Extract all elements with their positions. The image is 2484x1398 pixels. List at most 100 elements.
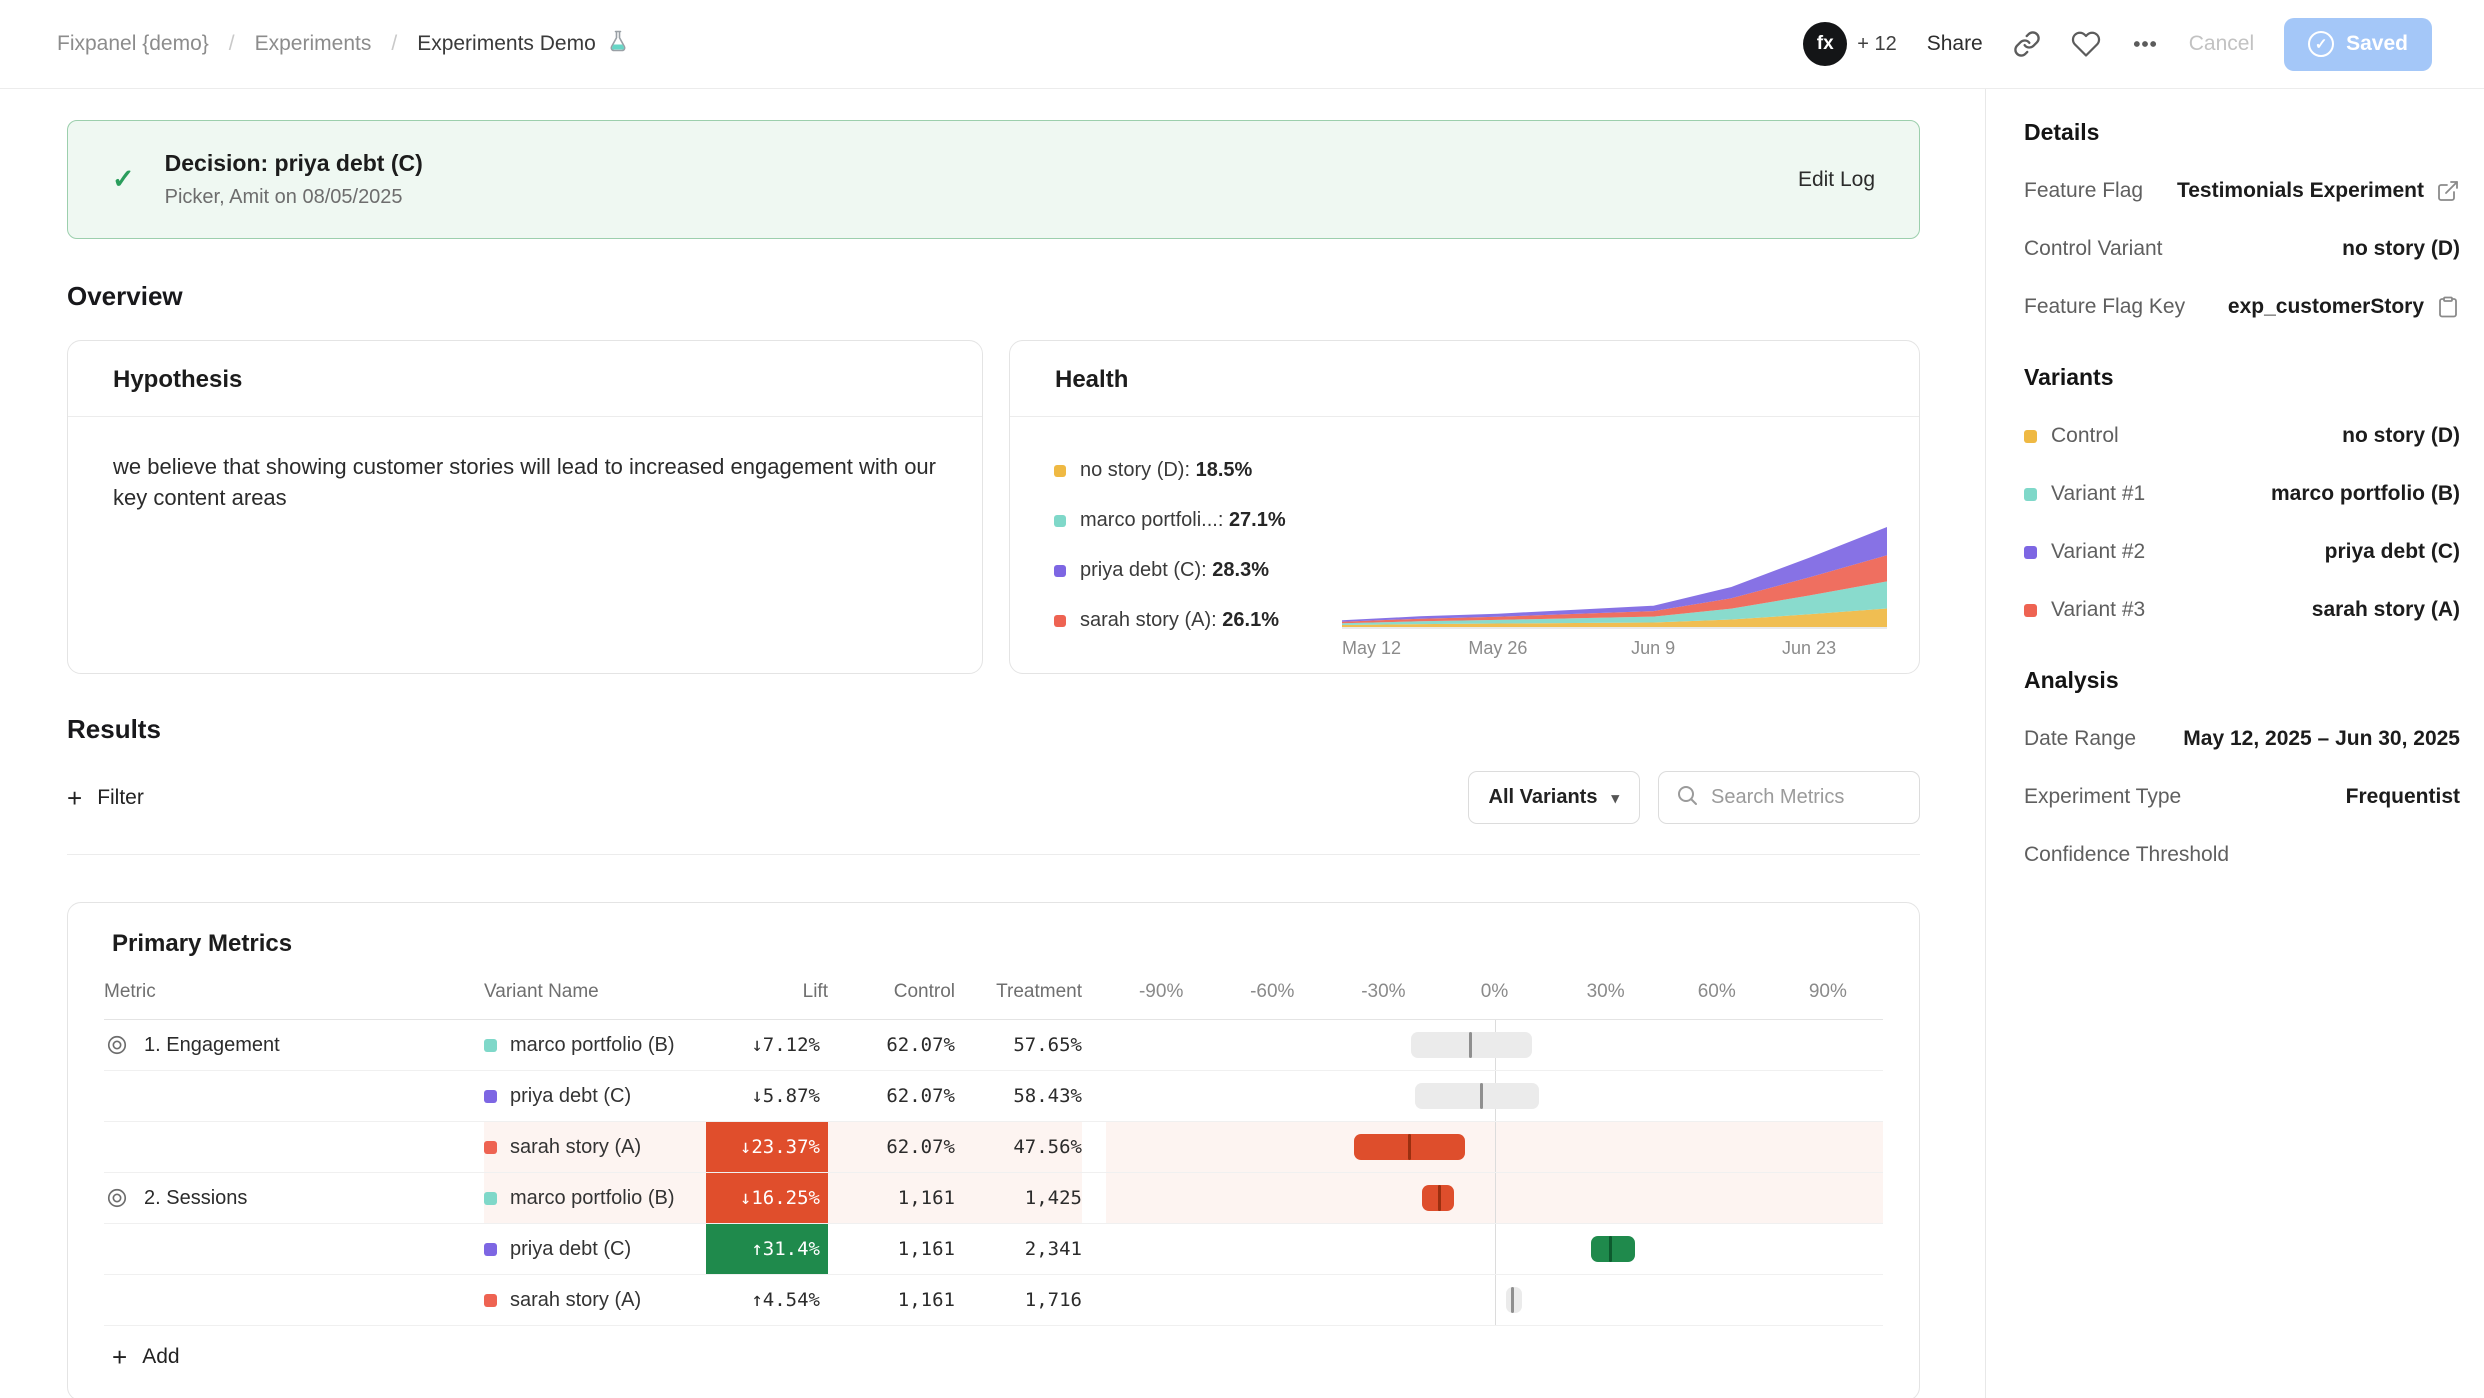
metric-cell: 2. Sessions <box>104 1173 484 1223</box>
row-label: Feature Flag <box>2024 179 2143 203</box>
legend-color-swatch <box>1054 615 1066 627</box>
legend-text: no story (D): 18.5% <box>1080 459 1252 482</box>
more-options-icon[interactable] <box>2131 30 2159 58</box>
x-axis-label: Jun 9 <box>1631 638 1675 659</box>
x-axis-label: Jun 23 <box>1782 638 1836 659</box>
variant-name: sarah story (A) <box>510 1136 641 1159</box>
health-card: Health no story (D): 18.5% marco portfol… <box>1009 340 1920 674</box>
check-icon: ✓ <box>112 164 135 195</box>
ci-mean-line <box>1511 1287 1514 1313</box>
variant-color-swatch <box>484 1039 497 1052</box>
metrics-table-body: 1. Engagement marco portfolio (B) ↓7.12%… <box>104 1020 1883 1326</box>
link-icon[interactable] <box>2013 30 2041 58</box>
cancel-button[interactable]: Cancel <box>2189 32 2254 56</box>
legend-label: sarah story (A): <box>1080 609 1222 631</box>
control-cell: 1,161 <box>828 1275 955 1325</box>
treatment-cell: 1,716 <box>955 1275 1082 1325</box>
breadcrumb-experiments[interactable]: Experiments <box>255 32 372 56</box>
top-bar-actions: fx + 12 Share Cancel ✓ Saved <box>1803 18 2432 71</box>
edit-log-button[interactable]: Edit Log <box>1798 168 1875 192</box>
collaborator-count[interactable]: + 12 <box>1857 33 1896 56</box>
divider <box>67 854 1920 855</box>
hypothesis-title: Hypothesis <box>68 341 982 417</box>
filter-button[interactable]: + Filter <box>67 785 144 811</box>
variant-cell: sarah story (A) <box>484 1275 706 1325</box>
ci-mean-line <box>1408 1134 1411 1160</box>
variant-cell: priya debt (C) <box>484 1224 706 1274</box>
hypothesis-text: we believe that showing customer stories… <box>68 417 982 547</box>
axis-tick: 60% <box>1698 981 1736 1003</box>
legend-item: no story (D): 18.5% <box>1054 459 1342 482</box>
axis-tick: -60% <box>1250 981 1294 1003</box>
flask-icon <box>606 29 630 59</box>
lift-cell: ↑4.54% <box>706 1275 828 1325</box>
row-value: exp_customerStory <box>2228 295 2424 319</box>
variant-name: sarah story (A) <box>510 1289 641 1312</box>
sidebar-row-control-variant: Control Variant no story (D) <box>2024 234 2460 264</box>
avatar[interactable]: fx <box>1803 22 1847 66</box>
row-label: Control Variant <box>2024 237 2163 261</box>
variants-dropdown[interactable]: All Variants ▾ <box>1468 771 1640 824</box>
details-sidebar: Details Feature Flag Testimonials Experi… <box>1985 89 2484 1398</box>
saved-button[interactable]: ✓ Saved <box>2284 18 2432 71</box>
health-x-labels: May 12May 26Jun 9Jun 23 <box>1342 629 1887 657</box>
results-heading: Results <box>67 714 1920 745</box>
row-value: marco portfolio (B) <box>2271 482 2460 506</box>
legend-color-swatch <box>1054 515 1066 527</box>
metric-label: 1. Engagement <box>144 1034 280 1057</box>
variant-color-swatch <box>2024 488 2037 501</box>
decision-title: Decision: priya debt (C) <box>165 150 423 177</box>
clipboard-icon[interactable] <box>2436 295 2460 319</box>
legend-color-swatch <box>1054 465 1066 477</box>
filter-button-label: Filter <box>97 786 144 810</box>
variant-name: priya debt (C) <box>510 1085 631 1108</box>
table-row: priya debt (C) ↓5.87% 62.07% 58.43% <box>104 1071 1883 1122</box>
search-metrics-input[interactable] <box>1711 786 1903 809</box>
ci-mean-line <box>1480 1083 1483 1109</box>
breadcrumb-workspace[interactable]: Fixpanel {demo} <box>57 32 209 56</box>
legend-item: priya debt (C): 28.3% <box>1054 559 1342 582</box>
variant-cell: priya debt (C) <box>484 1071 706 1121</box>
add-metric-button[interactable]: + Add <box>112 1344 180 1370</box>
favorite-heart-icon[interactable] <box>2071 29 2101 59</box>
metric-cell: 1. Engagement <box>104 1020 484 1070</box>
results-controls: + Filter All Variants ▾ <box>67 771 1920 824</box>
share-button[interactable]: Share <box>1927 32 1983 56</box>
axis-tick: -30% <box>1361 981 1405 1003</box>
variant-cell: marco portfolio (B) <box>484 1173 706 1223</box>
table-row: sarah story (A) ↓23.37% 62.07% 47.56% <box>104 1122 1883 1173</box>
col-lift: Lift <box>706 964 828 1019</box>
metrics-table-header: Metric Variant Name Lift Control Treatme… <box>104 964 1883 1020</box>
breadcrumb-separator: / <box>229 32 235 56</box>
row-label: Experiment Type <box>2024 785 2181 809</box>
ci-mean-line <box>1469 1032 1472 1058</box>
treatment-cell: 2,341 <box>955 1224 1082 1274</box>
variant-name: marco portfolio (B) <box>510 1034 675 1057</box>
row-value: sarah story (A) <box>2312 598 2460 622</box>
breadcrumb: Fixpanel {demo} / Experiments / Experime… <box>57 29 630 59</box>
table-row: sarah story (A) ↑4.54% 1,161 1,716 <box>104 1275 1883 1326</box>
legend-item: sarah story (A): 26.1% <box>1054 609 1342 632</box>
metric-cell <box>104 1275 484 1325</box>
treatment-cell: 57.65% <box>955 1020 1082 1070</box>
saved-check-icon: ✓ <box>2308 31 2334 57</box>
ci-plot-cell <box>1106 1071 1883 1121</box>
metric-label: 2. Sessions <box>144 1187 247 1210</box>
variant-color-swatch <box>484 1090 497 1103</box>
sidebar-row-feature-flag: Feature Flag Testimonials Experiment <box>2024 176 2460 206</box>
chevron-down-icon: ▾ <box>1611 789 1619 807</box>
lift-cell: ↓5.87% <box>706 1071 828 1121</box>
variant-name: marco portfolio (B) <box>510 1187 675 1210</box>
ci-plot-cell <box>1106 1275 1883 1325</box>
sidebar-row-variant: Control no story (D) <box>2024 421 2460 451</box>
ci-plot-cell <box>1106 1122 1883 1172</box>
row-label: Variant #3 <box>2051 598 2145 622</box>
sidebar-row-confidence-threshold: Confidence Threshold <box>2024 840 2460 870</box>
external-link-icon[interactable] <box>2436 179 2460 203</box>
analysis-heading: Analysis <box>2024 667 2460 694</box>
saved-button-label: Saved <box>2346 32 2408 56</box>
legend-label: marco portfoli...: <box>1080 509 1229 531</box>
row-value: priya debt (C) <box>2325 540 2460 564</box>
health-title: Health <box>1010 341 1919 417</box>
lift-cell: ↓7.12% <box>706 1020 828 1070</box>
